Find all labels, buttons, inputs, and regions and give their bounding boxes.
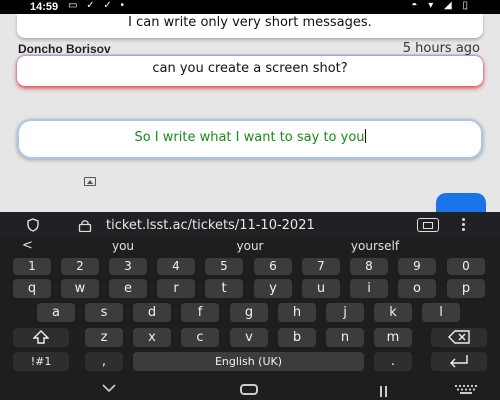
key-8[interactable]: 8 bbox=[350, 258, 388, 275]
key-comma[interactable]: , bbox=[85, 352, 123, 371]
symbols-key[interactable]: !#1 bbox=[13, 352, 69, 371]
compose-input[interactable]: So I write what I want to say to you bbox=[17, 119, 483, 159]
suggestion-item[interactable]: yourself bbox=[315, 239, 435, 253]
key-s[interactable]: s bbox=[85, 303, 123, 322]
message-timestamp: 5 hours ago bbox=[402, 41, 480, 56]
key-6[interactable]: 6 bbox=[254, 258, 292, 275]
enter-icon bbox=[450, 355, 468, 368]
key-i[interactable]: i bbox=[350, 279, 388, 298]
shield-icon[interactable] bbox=[26, 218, 40, 232]
suggestion-item[interactable]: you bbox=[63, 239, 183, 253]
key-w[interactable]: w bbox=[61, 279, 99, 298]
key-o[interactable]: o bbox=[398, 279, 436, 298]
key-r[interactable]: r bbox=[157, 279, 195, 298]
key-j[interactable]: j bbox=[326, 303, 364, 322]
key-u[interactable]: u bbox=[302, 279, 340, 298]
backspace-icon bbox=[448, 330, 470, 344]
enter-key[interactable] bbox=[431, 352, 487, 371]
key-5[interactable]: 5 bbox=[205, 258, 243, 275]
shift-icon bbox=[32, 330, 50, 344]
nav-home-icon[interactable] bbox=[240, 384, 258, 395]
key-l[interactable]: l bbox=[422, 303, 460, 322]
message-text: can you create a screen shot? bbox=[152, 61, 348, 76]
shift-key[interactable] bbox=[13, 328, 69, 347]
message-bubble: I can write only very short messages. bbox=[17, 14, 483, 38]
message-sender: Doncho Borisov bbox=[18, 42, 111, 56]
key-period[interactable]: . bbox=[374, 352, 412, 371]
key-d[interactable]: d bbox=[133, 303, 171, 322]
lock-icon[interactable] bbox=[78, 219, 92, 232]
nav-down-chevron-icon[interactable] bbox=[101, 383, 117, 393]
key-c[interactable]: c bbox=[181, 328, 219, 347]
key-b[interactable]: b bbox=[278, 328, 316, 347]
suggestion-bar: < you your yourself bbox=[0, 238, 500, 255]
key-e[interactable]: e bbox=[109, 279, 147, 298]
spacebar[interactable]: English (UK) bbox=[133, 352, 364, 371]
key-v[interactable]: v bbox=[230, 328, 268, 347]
message-bubble: can you create a screen shot? bbox=[17, 56, 483, 86]
key-9[interactable]: 9 bbox=[398, 258, 436, 275]
key-h[interactable]: h bbox=[278, 303, 316, 322]
key-g[interactable]: g bbox=[230, 303, 268, 322]
nav-recents-icon[interactable] bbox=[380, 384, 394, 397]
backspace-key[interactable] bbox=[431, 328, 487, 347]
notification-icons: ▭ ✓ ✓ • bbox=[68, 0, 128, 11]
chat-area: I can write only very short messages. Do… bbox=[0, 14, 500, 212]
key-1[interactable]: 1 bbox=[13, 258, 51, 275]
compose-text: So I write what I want to say to you bbox=[134, 130, 365, 145]
key-a[interactable]: a bbox=[37, 303, 75, 322]
keyboard-switch-icon[interactable] bbox=[455, 385, 477, 394]
key-7[interactable]: 7 bbox=[302, 258, 340, 275]
text-caret bbox=[364, 129, 366, 143]
browser-url-bar: ticket.lsst.ac/tickets/11-10-2021 bbox=[0, 212, 500, 238]
suggestion-back-icon[interactable]: < bbox=[22, 238, 33, 253]
more-menu-icon[interactable] bbox=[462, 216, 466, 234]
status-time: 14:59 bbox=[30, 1, 59, 13]
key-f[interactable]: f bbox=[181, 303, 219, 322]
key-4[interactable]: 4 bbox=[157, 258, 195, 275]
key-m[interactable]: m bbox=[374, 328, 412, 347]
keyboard: 1 2 3 4 5 6 7 8 9 0 q w e r t y u i o p … bbox=[0, 255, 500, 380]
key-p[interactable]: p bbox=[447, 279, 485, 298]
message-text: I can write only very short messages. bbox=[128, 15, 372, 30]
key-y[interactable]: y bbox=[254, 279, 292, 298]
image-attach-icon[interactable] bbox=[84, 177, 96, 186]
key-t[interactable]: t bbox=[205, 279, 243, 298]
system-status-icons: ◓ ▾ ◢ ▯ bbox=[411, 0, 472, 11]
key-n[interactable]: n bbox=[326, 328, 364, 347]
key-z[interactable]: z bbox=[85, 328, 123, 347]
tabs-icon[interactable] bbox=[417, 218, 439, 232]
navigation-bar bbox=[0, 380, 500, 400]
status-bar: 14:59 ▭ ✓ ✓ • ◓ ▾ ◢ ▯ bbox=[0, 0, 500, 14]
key-q[interactable]: q bbox=[13, 279, 51, 298]
key-k[interactable]: k bbox=[374, 303, 412, 322]
key-3[interactable]: 3 bbox=[109, 258, 147, 275]
suggestion-item[interactable]: your bbox=[190, 239, 310, 253]
url-field[interactable]: ticket.lsst.ac/tickets/11-10-2021 bbox=[106, 218, 396, 233]
key-x[interactable]: x bbox=[133, 328, 171, 347]
key-2[interactable]: 2 bbox=[61, 258, 99, 275]
key-0[interactable]: 0 bbox=[447, 258, 485, 275]
